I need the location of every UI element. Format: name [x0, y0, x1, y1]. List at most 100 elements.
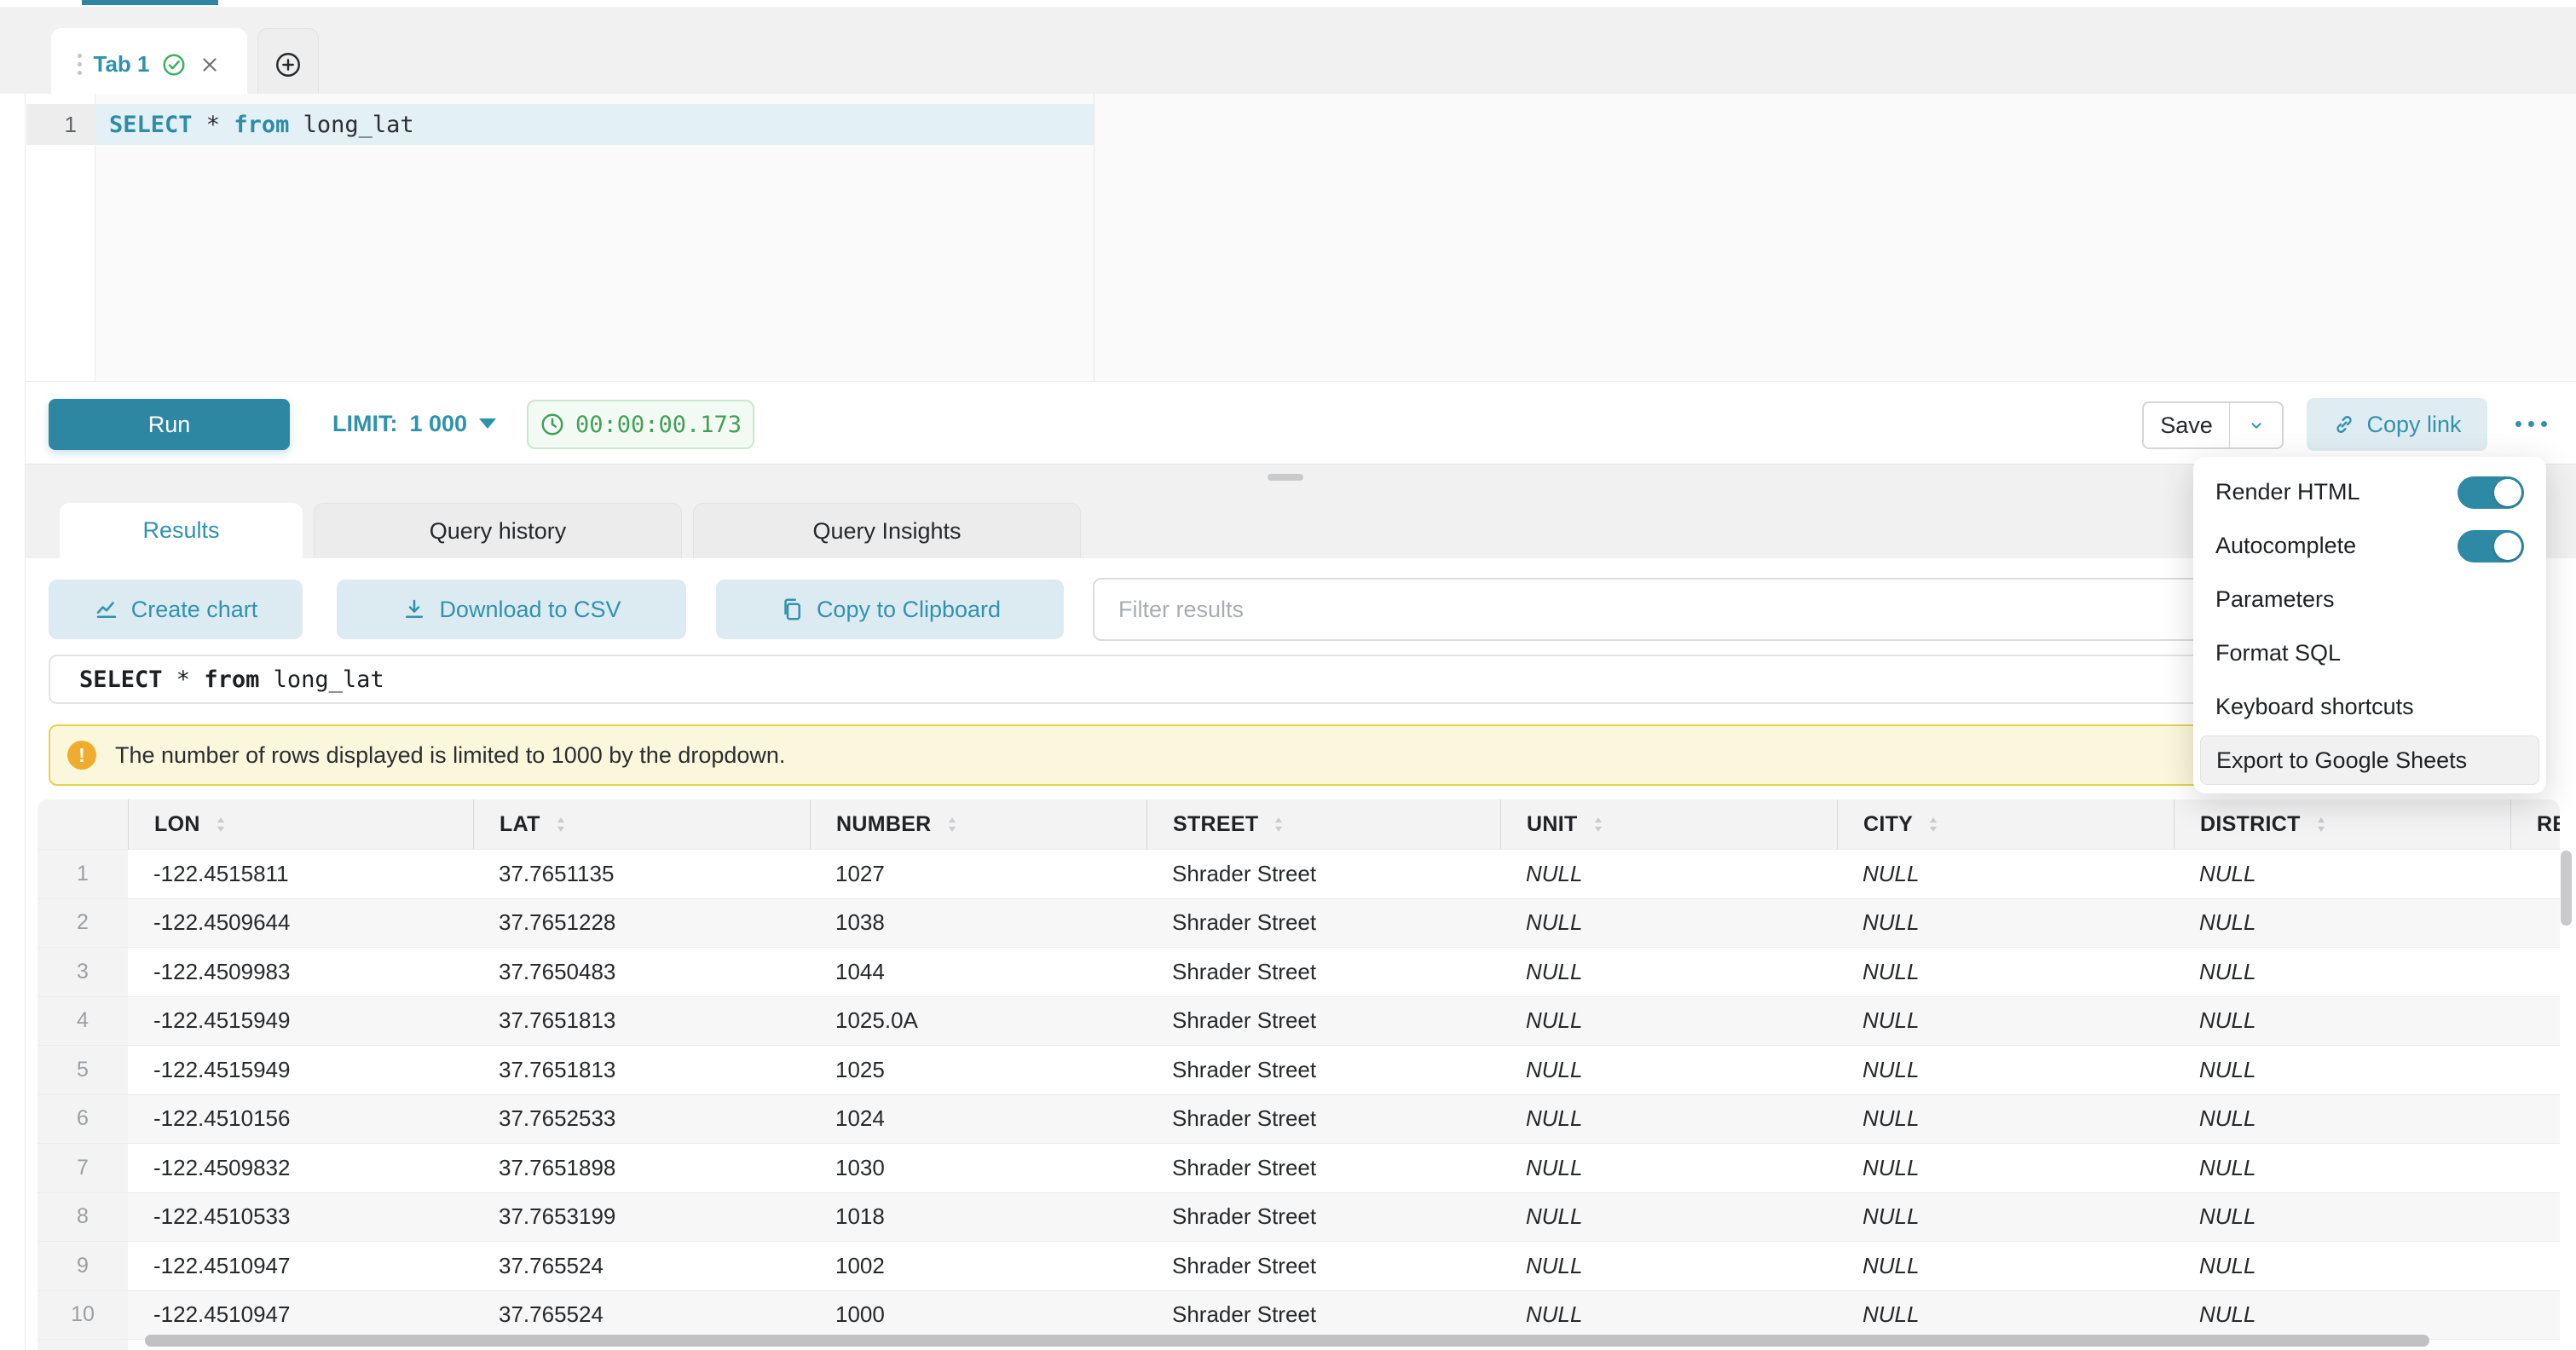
create-chart-label: Create chart — [131, 597, 258, 623]
header-district[interactable]: DISTRICT — [2174, 799, 2510, 849]
cell-city: NULL — [1837, 1193, 2174, 1242]
save-split-button: Save — [2142, 401, 2284, 449]
header-lat[interactable]: LAT — [473, 799, 810, 849]
sql-editor[interactable]: 1 SELECT * from long_lat — [26, 94, 2576, 381]
sql-text — [289, 112, 303, 138]
menu-item-label: Parameters — [2215, 586, 2335, 613]
row-number: 2 — [38, 899, 128, 948]
cell-lat: 37.7651898 — [473, 1144, 810, 1192]
header-region[interactable]: RE — [2510, 799, 2560, 849]
link-icon — [2332, 412, 2356, 436]
row-number: 4 — [38, 997, 128, 1046]
cell-number: 1002 — [810, 1242, 1146, 1290]
limit-dropdown[interactable]: LIMIT: 1 000 — [332, 382, 496, 465]
header-label: DISTRICT — [2200, 812, 2301, 837]
cell-unit: NULL — [1500, 1242, 1837, 1290]
close-tab-icon[interactable] — [199, 54, 221, 76]
cell-lat: 37.765524 — [473, 1242, 810, 1290]
table-row[interactable]: 4 -122.4515949 37.7651813 1025.0A Shrade… — [38, 996, 2560, 1046]
cell-city: NULL — [1837, 948, 2174, 996]
cell-district: NULL — [2174, 1144, 2510, 1192]
menu-item-parameters[interactable]: Parameters — [2193, 573, 2546, 626]
render-html-toggle[interactable] — [2458, 476, 2524, 509]
vertical-scrollbar-thumb[interactable] — [2561, 851, 2572, 926]
header-label: NUMBER — [836, 812, 932, 837]
cell-district: NULL — [2174, 997, 2510, 1046]
save-button[interactable]: Save — [2144, 403, 2229, 447]
cell-lat: 37.7651813 — [473, 997, 810, 1046]
tab-query-insights[interactable]: Query Insights — [693, 503, 1081, 558]
executed-query-display: SELECT * from long_lat — [49, 655, 2527, 704]
cell-region — [2510, 1193, 2560, 1242]
menu-item-label: Autocomplete — [2215, 533, 2356, 559]
content-left-border — [0, 94, 26, 1350]
tab-drag-handle-icon[interactable] — [78, 54, 82, 75]
editor-gutter: 1 — [26, 94, 95, 381]
download-csv-button[interactable]: Download to CSV — [337, 580, 686, 639]
header-city[interactable]: CITY — [1837, 799, 2174, 849]
table-row[interactable]: 8 -122.4510533 37.7653199 1018 Shrader S… — [38, 1192, 2560, 1242]
cell-lon: -122.4509832 — [128, 1144, 473, 1192]
run-button[interactable]: Run — [49, 399, 290, 450]
table-row[interactable]: 3 -122.4509983 37.7650483 1044 Shrader S… — [38, 947, 2560, 996]
cell-unit: NULL — [1500, 1193, 1837, 1242]
ellipsis-icon — [2515, 421, 2521, 427]
table-row[interactable]: 1 -122.4515811 37.7651135 1027 Shrader S… — [38, 849, 2560, 898]
cell-lon: -122.4509644 — [128, 899, 473, 948]
menu-item-keyboard-shortcuts[interactable]: Keyboard shortcuts — [2193, 680, 2546, 734]
table-row[interactable]: 9 -122.4510947 37.765524 1002 Shrader St… — [38, 1241, 2560, 1290]
cell-city: NULL — [1837, 1046, 2174, 1094]
table-body: 1 -122.4515811 37.7651135 1027 Shrader S… — [38, 849, 2560, 1350]
header-number[interactable]: NUMBER — [810, 799, 1146, 849]
header-label: LON — [154, 812, 200, 837]
copy-to-clipboard-button[interactable]: Copy to Clipboard — [716, 580, 1064, 639]
menu-item-render-html[interactable]: Render HTML — [2193, 465, 2546, 519]
cell-region — [2510, 1144, 2560, 1192]
menu-item-export-google-sheets[interactable]: Export to Google Sheets — [2200, 736, 2539, 785]
clipboard-icon — [779, 597, 805, 622]
create-chart-button[interactable]: Create chart — [49, 580, 303, 639]
cell-district: NULL — [2174, 850, 2510, 898]
cell-lat: 37.7650483 — [473, 948, 810, 996]
table-row[interactable]: 5 -122.4515949 37.7651813 1025 Shrader S… — [38, 1045, 2560, 1094]
cell-unit: NULL — [1500, 850, 1837, 898]
tab-results[interactable]: Results — [60, 503, 303, 558]
table-header: LON LAT NUMBER STREET UNIT CITY DISTRICT… — [38, 799, 2560, 849]
cell-number: 1018 — [810, 1193, 1146, 1242]
header-street[interactable]: STREET — [1146, 799, 1500, 849]
row-number: 10 — [38, 1291, 128, 1340]
table-row[interactable]: 2 -122.4509644 37.7651228 1038 Shrader S… — [38, 898, 2560, 948]
cell-number: 1044 — [810, 948, 1146, 996]
table-row[interactable]: 7 -122.4509832 37.7651898 1030 Shrader S… — [38, 1143, 2560, 1192]
more-options-button[interactable] — [2504, 411, 2557, 436]
table-row[interactable]: 6 -122.4510156 37.7652533 1024 Shrader S… — [38, 1094, 2560, 1144]
add-tab-button[interactable] — [257, 28, 319, 101]
header-unit[interactable]: UNIT — [1500, 799, 1837, 849]
copy-link-button[interactable]: Copy link — [2307, 398, 2487, 451]
header-lon[interactable]: LON — [128, 799, 473, 849]
horizontal-scrollbar-thumb[interactable] — [145, 1335, 2429, 1347]
cell-lat: 37.7651813 — [473, 1046, 810, 1094]
row-number: 9 — [38, 1242, 128, 1290]
tab-1[interactable]: Tab 1 — [51, 28, 247, 101]
cell-unit: NULL — [1500, 1046, 1837, 1094]
header-label: LAT — [500, 812, 540, 837]
cell-lon: -122.4510947 — [128, 1291, 473, 1340]
menu-item-format-sql[interactable]: Format SQL — [2193, 626, 2546, 680]
cell-street: Shrader Street — [1146, 948, 1500, 996]
cell-number: 1024 — [810, 1095, 1146, 1144]
sort-icon — [1274, 816, 1284, 833]
tab-query-history[interactable]: Query history — [314, 503, 682, 558]
copy-link-label: Copy link — [2366, 412, 2461, 438]
cell-region — [2510, 997, 2560, 1046]
cell-district: NULL — [2174, 1193, 2510, 1242]
autocomplete-toggle[interactable] — [2458, 530, 2524, 562]
cell-street: Shrader Street — [1146, 997, 1500, 1046]
row-number: 7 — [38, 1144, 128, 1192]
pane-resize-handle[interactable] — [1268, 474, 1303, 481]
table-row[interactable]: 10 -122.4510947 37.765524 1000 Shrader S… — [38, 1290, 2560, 1340]
menu-item-autocomplete[interactable]: Autocomplete — [2193, 519, 2546, 573]
save-options-button[interactable] — [2229, 403, 2282, 447]
cell-region — [2510, 1291, 2560, 1340]
sort-icon — [216, 816, 226, 833]
